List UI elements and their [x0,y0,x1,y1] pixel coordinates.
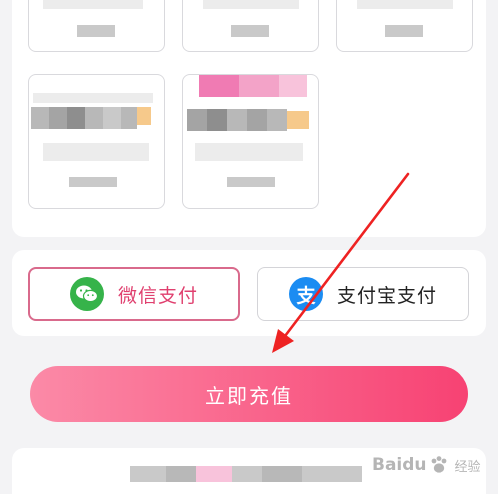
watermark-sub: 经验 [454,459,481,475]
watermark: Baidu 经验 [372,448,481,482]
watermark-brand: Baidu [372,455,427,475]
annotation-arrow [272,172,410,353]
paw-icon [431,456,446,473]
